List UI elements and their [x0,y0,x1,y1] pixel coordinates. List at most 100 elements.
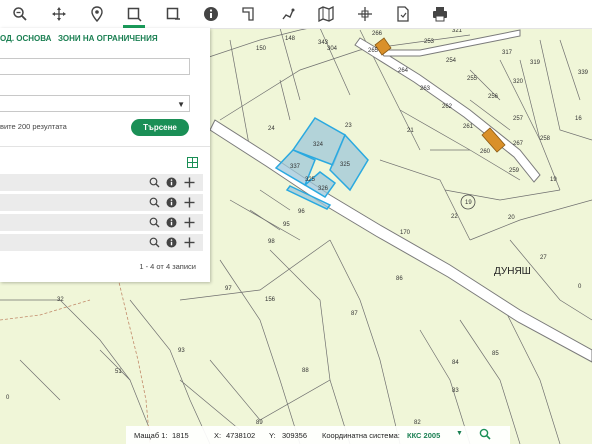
svg-text:22: 22 [451,214,458,220]
svg-text:337: 337 [290,164,301,170]
table-row[interactable] [0,194,203,212]
svg-text:150: 150 [256,46,267,52]
svg-text:262: 262 [442,104,453,110]
chevron-down-icon: ▼ [177,100,185,109]
select-rect-icon[interactable] [123,3,145,28]
x-label: X: [214,431,222,440]
info-icon[interactable] [200,3,222,25]
svg-text:51: 51 [115,369,122,375]
svg-text:93: 93 [178,348,185,354]
info-icon[interactable] [165,176,178,189]
info-icon[interactable] [165,216,178,229]
svg-text:86: 86 [396,276,403,282]
svg-text:324: 324 [313,142,324,148]
info-icon[interactable] [165,196,178,209]
results-hint: вите 200 резултата [0,122,67,131]
svg-text:253: 253 [424,39,435,45]
svg-text:317: 317 [502,50,513,56]
search-input[interactable] [0,58,190,75]
scale-value: 1815 [172,431,189,440]
scale-label: Мащаб 1: [134,431,168,440]
info-icon[interactable] [165,236,178,249]
svg-text:19: 19 [550,177,557,183]
svg-text:32: 32 [57,297,64,303]
search-panel: ОД. ОСНОВА ЗОНИ НА ОГРАНИЧЕНИЯ ▼ вите 20… [0,28,210,282]
crosshair-icon[interactable] [354,3,376,25]
svg-text:304: 304 [327,46,338,52]
divider [0,146,210,147]
zoom-search-icon[interactable] [148,196,161,209]
svg-text:266: 266 [372,31,383,37]
add-icon[interactable] [183,196,196,209]
svg-text:85: 85 [492,351,499,357]
svg-text:265: 265 [368,48,379,54]
cs-dropdown-icon[interactable]: ▼ [456,430,463,437]
svg-text:320: 320 [513,79,524,85]
svg-text:88: 88 [302,368,309,374]
svg-text:23: 23 [345,123,352,129]
pan-icon[interactable] [48,3,70,25]
svg-text:267: 267 [513,141,524,147]
records-count: 1 - 4 от 4 записи [139,262,196,271]
svg-text:19: 19 [465,200,472,206]
add-icon[interactable] [183,216,196,229]
svg-text:83: 83 [452,388,459,394]
svg-text:264: 264 [398,68,409,74]
svg-text:260: 260 [480,149,491,155]
y-label: Y: [269,431,276,440]
svg-text:258: 258 [540,136,551,142]
table-row[interactable] [0,214,203,232]
svg-text:84: 84 [452,360,459,366]
map-layers-icon[interactable] [315,3,337,25]
coordinate-system-label: Координатна система: [322,431,400,440]
svg-text:259: 259 [509,168,520,174]
svg-text:148: 148 [285,36,296,42]
svg-text:256: 256 [488,94,499,100]
svg-text:326: 326 [318,186,329,192]
table-row[interactable] [0,174,203,192]
select-rect-alt-icon[interactable] [162,3,184,25]
svg-text:96: 96 [298,209,305,215]
zoom-search-icon[interactable] [148,236,161,249]
expand-grid-icon[interactable] [187,155,198,173]
map-toolbar [0,0,592,29]
add-icon[interactable] [183,236,196,249]
svg-text:95: 95 [283,222,290,228]
tab-restriction-zones[interactable]: ЗОНИ НА ОГРАНИЧЕНИЯ [58,34,158,43]
svg-text:319: 319 [530,60,541,66]
svg-text:87: 87 [351,311,358,317]
document-icon[interactable] [392,3,414,25]
svg-text:261: 261 [463,124,474,130]
tab-base-map[interactable]: ОД. ОСНОВА [0,34,51,43]
draw-icon[interactable] [277,3,299,25]
svg-text:16: 16 [575,116,582,122]
zoom-search-icon[interactable] [148,216,161,229]
svg-text:255: 255 [467,76,478,82]
coordinate-system-value: ККС 2005 [407,431,441,440]
svg-text:97: 97 [225,286,232,292]
svg-text:325: 325 [340,162,351,168]
search-button[interactable]: Търсене [131,119,189,136]
svg-text:170: 170 [400,230,411,236]
table-row[interactable] [0,234,203,252]
search-coordinates-icon[interactable] [479,428,491,442]
measure-icon[interactable] [238,3,260,25]
print-icon[interactable] [429,3,451,25]
svg-text:20: 20 [508,215,515,221]
svg-text:325: 325 [305,177,316,183]
zoom-search-icon[interactable] [148,176,161,189]
search-select[interactable]: ▼ [0,95,190,112]
location-pin-icon[interactable] [86,3,108,25]
zoom-out-icon[interactable] [9,3,31,25]
y-coordinate: 309356 [282,431,308,440]
add-icon[interactable] [183,176,196,189]
svg-text:339: 339 [578,70,589,76]
svg-text:27: 27 [540,255,547,261]
svg-text:98: 98 [268,239,275,245]
place-label: ДУНЯШ [494,266,531,277]
svg-text:156: 156 [265,297,276,303]
svg-text:257: 257 [513,116,524,122]
svg-text:24: 24 [268,126,275,132]
svg-text:254: 254 [446,58,457,64]
x-coordinate: 4738102 [226,431,256,440]
